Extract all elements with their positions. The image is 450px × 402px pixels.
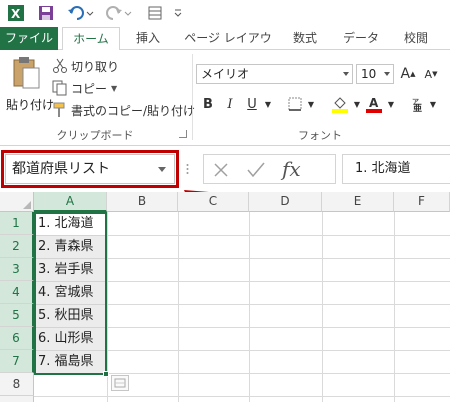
font-group-label: フォント: [298, 129, 342, 142]
svg-text:X: X: [11, 7, 21, 21]
shrink-font-icon: A: [424, 67, 433, 81]
cell-a7[interactable]: 7. 福島県: [35, 351, 106, 373]
ribbon-tabs: ファイル ホーム 挿入 ページ レイアウト 数式 データ 校閲: [0, 27, 450, 67]
cell-a3[interactable]: 3. 岩手県: [35, 259, 106, 281]
cut-label: 切り取り: [71, 59, 120, 74]
underline-dropdown-icon[interactable]: ▼: [263, 94, 273, 114]
column-header-a[interactable]: A: [34, 192, 107, 212]
cell-a1[interactable]: 1. 北海道: [35, 213, 106, 235]
row-header-3[interactable]: 3: [0, 258, 34, 281]
font-size-combobox[interactable]: 10: [356, 64, 394, 84]
format-painter-button[interactable]: 書式のコピー/貼り付け: [52, 100, 195, 120]
cancel-icon[interactable]: [212, 161, 230, 179]
row-header-1[interactable]: 1: [0, 212, 34, 235]
insert-function-icon[interactable]: fx: [282, 157, 301, 181]
font-size-value: 10: [361, 67, 377, 81]
copy-button[interactable]: コピー ▼: [52, 78, 117, 98]
cell-a2[interactable]: 2. 青森県: [35, 236, 106, 258]
phonetic-dropdown-icon[interactable]: ▼: [428, 94, 438, 114]
phonetic-icon: ア亜: [412, 98, 422, 112]
italic-button[interactable]: I: [222, 94, 238, 114]
tab-data[interactable]: データ: [337, 27, 385, 50]
paste-icon: [13, 57, 40, 89]
bold-button[interactable]: B: [200, 94, 216, 114]
column-header-d[interactable]: D: [249, 192, 322, 212]
formula-buttons: fx: [203, 154, 336, 184]
ribbon: 貼り付け 切り取り コピー ▼ 書式のコピー/貼り付け クリップボード メイリオ…: [0, 50, 450, 146]
phonetic-button[interactable]: ア亜: [410, 94, 428, 114]
row-header-6[interactable]: 6: [0, 327, 34, 350]
row-header-4[interactable]: 4: [0, 281, 34, 304]
tab-review[interactable]: 校閲: [396, 27, 436, 50]
gridline: [34, 396, 450, 397]
clipboard-dialog-launcher[interactable]: [179, 130, 187, 138]
borders-icon: [288, 97, 302, 111]
paste-label: 貼り付け: [6, 98, 55, 112]
grow-font-button[interactable]: A ▲: [399, 64, 417, 84]
font-color-dropdown-icon[interactable]: ▼: [386, 94, 396, 114]
scissors-icon: [53, 58, 67, 73]
formula-bar-grip-icon[interactable]: [186, 163, 189, 175]
font-color-icon: A: [366, 96, 382, 113]
undo-icon[interactable]: [66, 3, 96, 23]
column-header-f[interactable]: F: [394, 192, 450, 212]
worksheet-grid[interactable]: A B C D E F 1 2 3 4 5 6 7 8 9 1. 北海道 2. …: [0, 192, 450, 402]
font-name-value: メイリオ: [201, 67, 250, 81]
column-header-b[interactable]: B: [107, 192, 178, 212]
copy-icon: [52, 80, 67, 96]
quick-analysis-icon[interactable]: [111, 375, 129, 391]
cut-button[interactable]: 切り取り: [52, 56, 119, 76]
row-header-2[interactable]: 2: [0, 235, 34, 258]
fill-color-button[interactable]: [330, 94, 350, 114]
clipboard-group-label: クリップボード: [56, 129, 134, 142]
tab-insert[interactable]: 挿入: [128, 27, 168, 50]
fill-color-dropdown-icon[interactable]: ▼: [352, 94, 362, 114]
paste-button[interactable]: 貼り付け: [6, 56, 54, 118]
format-painter-label: 書式のコピー/貼り付け: [71, 103, 196, 118]
svg-text:A: A: [369, 96, 379, 110]
borders-button[interactable]: [286, 94, 304, 114]
row-header-5[interactable]: 5: [0, 304, 34, 327]
shrink-font-button[interactable]: A ▼: [422, 64, 440, 84]
cell-a6[interactable]: 6. 山形県: [35, 328, 106, 350]
cell-a5[interactable]: 5. 秋田県: [35, 305, 106, 327]
format-painter-icon: [53, 102, 65, 117]
font-name-combobox[interactable]: メイリオ: [196, 64, 353, 84]
font-color-button[interactable]: A: [364, 94, 384, 114]
customize-icon[interactable]: [172, 3, 184, 23]
underline-button[interactable]: U: [244, 94, 260, 114]
tab-file[interactable]: ファイル: [0, 27, 58, 50]
name-box-highlight-frame: [1, 150, 179, 188]
copy-label: コピー: [71, 81, 108, 96]
fill-color-icon: [332, 97, 348, 113]
tab-formulas[interactable]: 数式: [285, 27, 325, 50]
column-header-c[interactable]: C: [178, 192, 249, 212]
formula-input[interactable]: 1. 北海道: [342, 154, 450, 184]
quick-access-toolbar: X: [0, 0, 450, 27]
enter-check-icon[interactable]: [246, 161, 266, 179]
row-header-9[interactable]: 9: [0, 396, 34, 402]
save-icon[interactable]: [36, 3, 56, 23]
row-header-7[interactable]: 7: [0, 350, 34, 373]
select-all-corner[interactable]: [0, 192, 34, 212]
tab-page-layout[interactable]: ページ レイアウト: [182, 27, 274, 67]
tab-home[interactable]: ホーム: [62, 27, 120, 51]
group-separator: [192, 54, 193, 140]
copy-dropdown-icon[interactable]: ▼: [111, 84, 117, 93]
row-header-8[interactable]: 8: [0, 373, 34, 396]
borders-dropdown-icon[interactable]: ▼: [306, 94, 316, 114]
svg-text:亜: 亜: [413, 103, 422, 112]
excel-logo-icon: X: [6, 3, 26, 23]
fill-handle[interactable]: [103, 371, 109, 377]
form-icon[interactable]: [146, 3, 164, 23]
cell-a4[interactable]: 4. 宮城県: [35, 282, 106, 304]
font-name-dropdown-icon[interactable]: [343, 72, 349, 76]
column-header-e[interactable]: E: [322, 192, 394, 212]
redo-icon[interactable]: [104, 3, 134, 23]
grow-font-icon: A: [400, 66, 411, 82]
font-size-dropdown-icon[interactable]: [384, 72, 390, 76]
